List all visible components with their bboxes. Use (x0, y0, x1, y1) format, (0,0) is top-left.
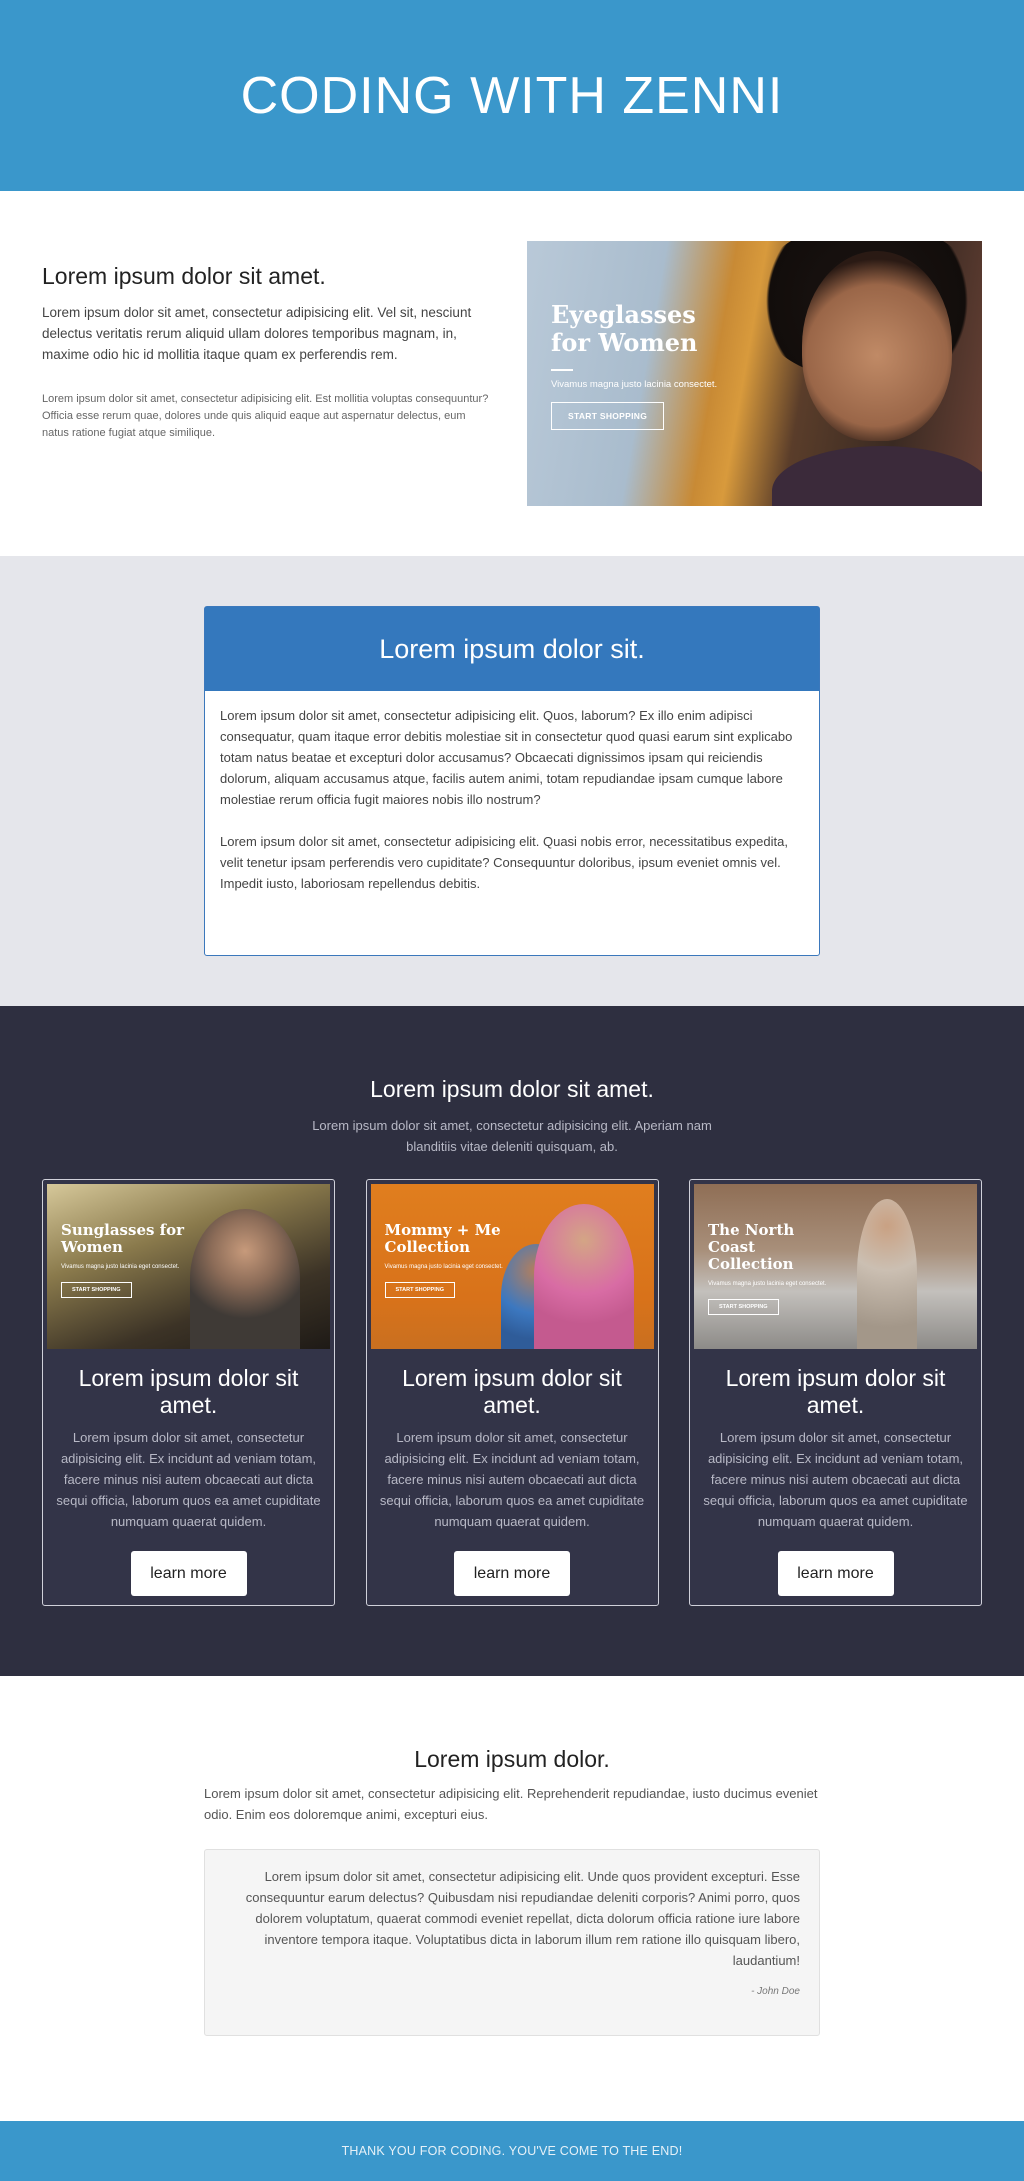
north-coast-card-image: The North Coast Collection Vivamus magna… (694, 1184, 977, 1349)
card-text: Lorem ipsum dolor sit amet, consectetur … (56, 1430, 321, 1529)
card-image-button: START SHOPPING (708, 1299, 779, 1315)
card-image-title: Sunglasses for Women (61, 1221, 185, 1256)
panel-paragraph: Lorem ipsum dolor sit amet, consectetur … (220, 834, 788, 891)
banner-photo-shoulder (772, 446, 982, 506)
footer-text: THANK YOU FOR CODING. YOU'VE COME TO THE… (341, 2144, 683, 2158)
card-image-button: START SHOPPING (61, 1282, 132, 1298)
card-text: Lorem ipsum dolor sit amet, consectetur … (703, 1430, 968, 1529)
site-title: CODING WITH ZENNI (240, 66, 784, 125)
mommy-me-card-image: Mommy + Me Collection Vivamus magna just… (370, 1184, 654, 1349)
card-image-copy: Sunglasses for Women Vivamus magna justo… (61, 1222, 191, 1298)
testimonial-section: Lorem ipsum dolor. Lorem ipsum dolor sit… (0, 1676, 1024, 2121)
banner-photo-face (802, 251, 952, 441)
features-subtitle: Lorem ipsum dolor sit amet, consectetur … (312, 1118, 712, 1154)
panel-paragraph: Lorem ipsum dolor sit amet, consectetur … (220, 708, 793, 807)
quote-text: Lorem ipsum dolor sit amet, consectetur … (245, 1869, 800, 1968)
panel-body: Lorem ipsum dolor sit amet, consectetur … (205, 691, 819, 955)
card-photo-figure (857, 1199, 917, 1349)
info-panel: Lorem ipsum dolor sit. Lorem ipsum dolor… (204, 606, 820, 956)
testimonial-quote-box: Lorem ipsum dolor sit amet, consectetur … (204, 1849, 820, 2036)
banner-title: Eyeglasses for Women (551, 300, 698, 357)
card-photo-figure (190, 1209, 300, 1349)
card-image-subtitle: Vivamus magna justo lacinia eget consect… (708, 1281, 827, 1287)
card-image-subtitle: Vivamus magna justo lacinia eget consect… (61, 1264, 180, 1270)
learn-more-button[interactable]: learn more (777, 1551, 894, 1596)
learn-more-button[interactable]: learn more (130, 1551, 247, 1596)
testimonial-subtitle: Lorem ipsum dolor sit amet, consectetur … (204, 1786, 818, 1822)
feature-cards: Sunglasses for Women Vivamus magna justo… (0, 1179, 1024, 1606)
card-title: Lorem ipsum dolor sit amet. (725, 1365, 946, 1418)
quote-author: - John Doe (751, 1986, 800, 1997)
card-image-title: Mommy + Me Collection (384, 1221, 501, 1256)
site-footer: THANK YOU FOR CODING. YOU'VE COME TO THE… (0, 2121, 1024, 2181)
site-header: CODING WITH ZENNI (0, 0, 1024, 191)
features-title: Lorem ipsum dolor sit amet. (370, 1076, 654, 1102)
intro-heading: Lorem ipsum dolor sit amet. (42, 263, 326, 289)
banner-subtitle: Vivamus magna justo lacinia consectet. (551, 379, 718, 390)
card-text: Lorem ipsum dolor sit amet, consectetur … (379, 1430, 645, 1529)
intro-text: Lorem ipsum dolor sit amet. Lorem ipsum … (42, 241, 492, 556)
card-image-copy: Mommy + Me Collection Vivamus magna just… (384, 1221, 515, 1298)
banner-divider (551, 369, 573, 371)
panel-section: Lorem ipsum dolor sit. Lorem ipsum dolor… (0, 556, 1024, 1006)
card-title: Lorem ipsum dolor sit amet. (402, 1365, 622, 1418)
card-image-button: START SHOPPING (384, 1282, 455, 1298)
intro-small-paragraph: Lorem ipsum dolor sit amet, consectetur … (42, 393, 489, 439)
card-title: Lorem ipsum dolor sit amet. (78, 1365, 299, 1418)
feature-card: Mommy + Me Collection Vivamus magna just… (365, 1179, 659, 1606)
intro-lead-paragraph: Lorem ipsum dolor sit amet, consectetur … (42, 305, 472, 362)
banner-copy: Eyeglasses for Women Vivamus magna justo… (551, 301, 717, 430)
panel-header: Lorem ipsum dolor sit. (205, 607, 819, 691)
card-photo-figure (533, 1204, 634, 1349)
learn-more-button[interactable]: learn more (454, 1551, 570, 1596)
intro-section: Lorem ipsum dolor sit amet. Lorem ipsum … (0, 191, 1024, 556)
card-image-subtitle: Vivamus magna justo lacinia eget consect… (384, 1264, 503, 1270)
features-section: Lorem ipsum dolor sit amet. Lorem ipsum … (0, 1006, 1024, 1676)
panel-title: Lorem ipsum dolor sit. (379, 633, 645, 664)
testimonial-title: Lorem ipsum dolor. (414, 1746, 610, 1772)
card-image-copy: The North Coast Collection Vivamus magna… (708, 1222, 838, 1315)
eyeglasses-banner-image: Eyeglasses for Women Vivamus magna justo… (527, 241, 982, 506)
card-image-title: The North Coast Collection (708, 1221, 795, 1273)
feature-card: Sunglasses for Women Vivamus magna justo… (42, 1179, 335, 1606)
banner-start-shopping-button[interactable]: START SHOPPING (551, 402, 665, 430)
feature-card: The North Coast Collection Vivamus magna… (689, 1179, 982, 1606)
sunglasses-card-image: Sunglasses for Women Vivamus magna justo… (47, 1184, 330, 1349)
